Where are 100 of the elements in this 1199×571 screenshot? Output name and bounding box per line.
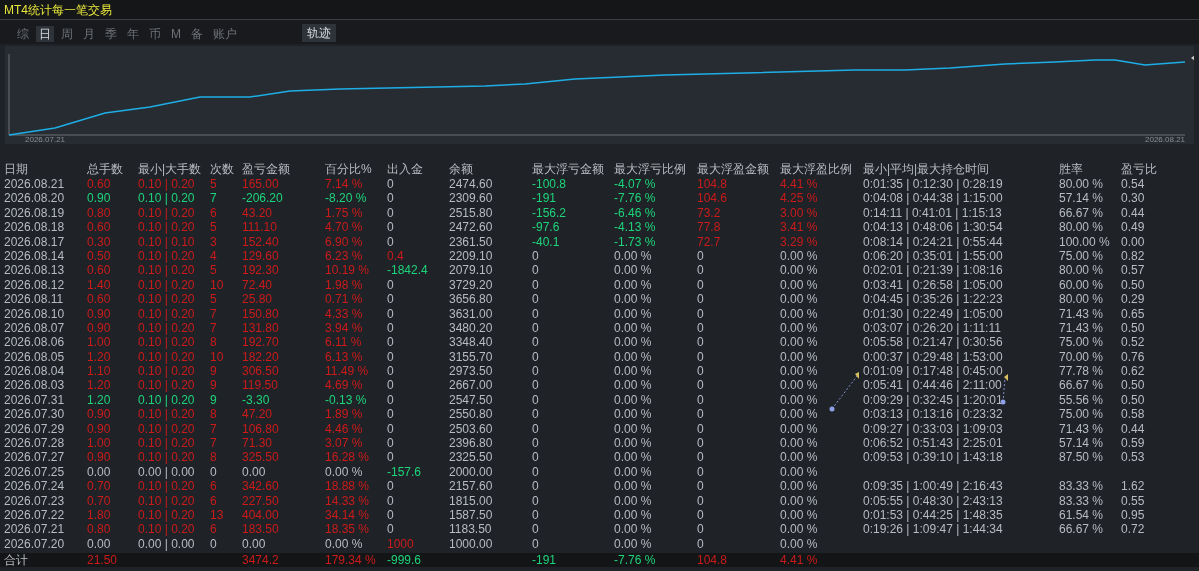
table-cell-text: 0 [697, 292, 705, 307]
table-cell-text: 0.10 | 0.20 [138, 378, 196, 393]
table-cell-text: 0 [387, 378, 395, 393]
table-cell-text: 0.10 | 0.20 [138, 205, 196, 221]
table-cell-text: -999.6 [387, 553, 423, 567]
table-cell-text: -8.20 % [325, 191, 368, 206]
table-cell-text: 0 [387, 392, 395, 408]
table-cell-text: 325.50 [242, 450, 280, 465]
table-cell-text: 5 [210, 263, 218, 278]
table-cell-text: 0.53 [1121, 450, 1146, 465]
table-cell-text: 6.13 % [325, 349, 364, 365]
table-cell-text: 3.29 % [780, 234, 819, 249]
table-cell-text: 25.80 [242, 292, 274, 307]
table-cell-text: 6 [210, 522, 218, 537]
table-cell-text: 0.10 | 0.20 [138, 392, 196, 408]
view-tab[interactable]: 轨迹 [302, 24, 336, 42]
table-cell-text: 404.00 [242, 508, 280, 523]
table-cell-text: 2026.07.31 [4, 392, 66, 408]
table-cell-text: 0.10 | 0.20 [138, 320, 196, 336]
table-cell-text: 0 [387, 205, 395, 221]
table-cell-text: 0:03:07 | 0:26:20 | 1:11:11 [863, 320, 1002, 336]
table-cell-text: 71.43 % [1059, 306, 1105, 321]
table-cell-text: 0 [387, 421, 395, 437]
table-cell-text: 11.49 % [325, 364, 370, 379]
table-cell-text: 0 [387, 277, 395, 293]
table-cell-text: 2026.07.27 [4, 450, 66, 465]
table-cell-text: 0.82 [1121, 248, 1146, 264]
table-cell-text: 0:06:20 | 0:35:01 | 1:55:00 [863, 248, 1004, 264]
table-cell-text: 0 [210, 464, 218, 480]
table-cell-text: 0 [387, 292, 395, 307]
table-cell-text: 55.56 % [1059, 392, 1105, 408]
table-cell-text: 0.62 [1121, 364, 1146, 379]
table-cell-text: 1.00 [87, 335, 112, 350]
table-cell-text: 0.00 % [614, 522, 653, 537]
table-cell-text: 0 [532, 277, 540, 293]
period-tab[interactable]: M [168, 26, 184, 42]
table-cell-text: 4.70 % [325, 220, 364, 235]
period-tab[interactable]: 综 [14, 26, 32, 42]
period-tab[interactable]: 季 [102, 26, 120, 42]
table-cell-text: 6.90 % [325, 234, 364, 249]
table-cell-text: 3.94 % [325, 320, 364, 336]
table-cell-text: 0 [532, 536, 540, 552]
table-cell-text: 0:19:26 | 1:09:47 | 1:44:34 [863, 522, 1004, 537]
table-cell-text: 1.20 [87, 392, 112, 408]
table-cell-text: 0.60 [87, 220, 112, 235]
table-cell-text: 2026.08.10 [4, 306, 66, 321]
table-cell-text: 0.00 [242, 464, 267, 480]
table-cell-text: 2026.08.07 [4, 320, 66, 336]
period-tab[interactable]: 币 [146, 26, 164, 42]
axis-label: 2026.08.21 [1145, 135, 1186, 144]
table-cell-text: 2026.08.20 [4, 191, 66, 206]
column-header: 盈亏比 [1121, 161, 1158, 177]
period-tab[interactable]: 月 [80, 26, 98, 42]
table-cell-text: 1000 [387, 536, 415, 552]
table-cell-text: 7 [210, 306, 218, 321]
period-tab[interactable]: 年 [124, 26, 142, 42]
period-tab[interactable]: 备 [188, 26, 206, 42]
table-cell-text: 1.40 [87, 277, 112, 293]
table-cell-text: 5 [210, 220, 218, 235]
table-cell-text: 0.4 [387, 248, 405, 264]
table-cell-text: 0:04:13 | 0:48:06 | 1:30:54 [863, 220, 1004, 235]
table-cell-text: 73.2 [697, 205, 722, 221]
table-cell-text: 0 [387, 349, 395, 365]
table-cell-text: 2026.08.04 [4, 364, 66, 379]
table-cell-text: 2026.08.13 [4, 263, 66, 278]
column-header: 盈亏金额 [242, 161, 291, 177]
period-tab[interactable]: 周 [58, 26, 76, 42]
table-cell-text: 1587.50 [449, 508, 494, 523]
table-cell-text: 14.33 % [325, 493, 371, 508]
table-cell-text: 2026.07.30 [4, 407, 66, 422]
table-cell-text: 0 [387, 177, 395, 192]
table-cell-text: 0 [697, 277, 705, 293]
table-cell-text: 0 [387, 436, 395, 451]
table-cell-text: 1183.50 [449, 522, 493, 537]
table-cell-text: 0:04:08 | 0:44:38 | 1:15:00 [863, 191, 1004, 206]
table-cell-text: 0.90 [87, 320, 112, 336]
table-cell-text: -4.13 % [614, 220, 657, 235]
table-cell-text: 0 [532, 248, 540, 264]
table-cell-text: 43.20 [242, 205, 274, 221]
table-cell-text: 0.10 | 0.20 [138, 248, 196, 264]
table-cell-text: 0 [697, 522, 705, 537]
table-cell-text: 83.33 % [1059, 479, 1105, 494]
table-cell-text: 0 [532, 392, 540, 408]
table-cell-text: 0.49 [1121, 220, 1146, 235]
table-cell-text: 4.46 % [325, 421, 364, 437]
table-cell-text: 131.80 [242, 320, 280, 336]
table-cell-text: -3.30 [242, 392, 271, 408]
table-cell-text: 0 [532, 508, 540, 523]
table-cell-text: 0.00 % [614, 479, 653, 494]
table-cell-text: 3631.00 [449, 306, 494, 321]
table-cell-text: 0.00 % [614, 306, 653, 321]
table-cell-text: -0.13 % [325, 392, 368, 408]
period-tab[interactable]: 账户 [210, 26, 240, 42]
table-cell-text: -1.73 % [614, 234, 657, 249]
table-cell-text: 3474.2 [242, 553, 280, 567]
table-cell-text: 3480.20 [449, 320, 494, 336]
table-cell-text: 0.10 | 0.20 [138, 436, 196, 451]
table-cell-text: 71.43 % [1059, 421, 1105, 437]
period-tab[interactable]: 日 [36, 26, 54, 42]
table-cell-text: 0.90 [87, 306, 112, 321]
